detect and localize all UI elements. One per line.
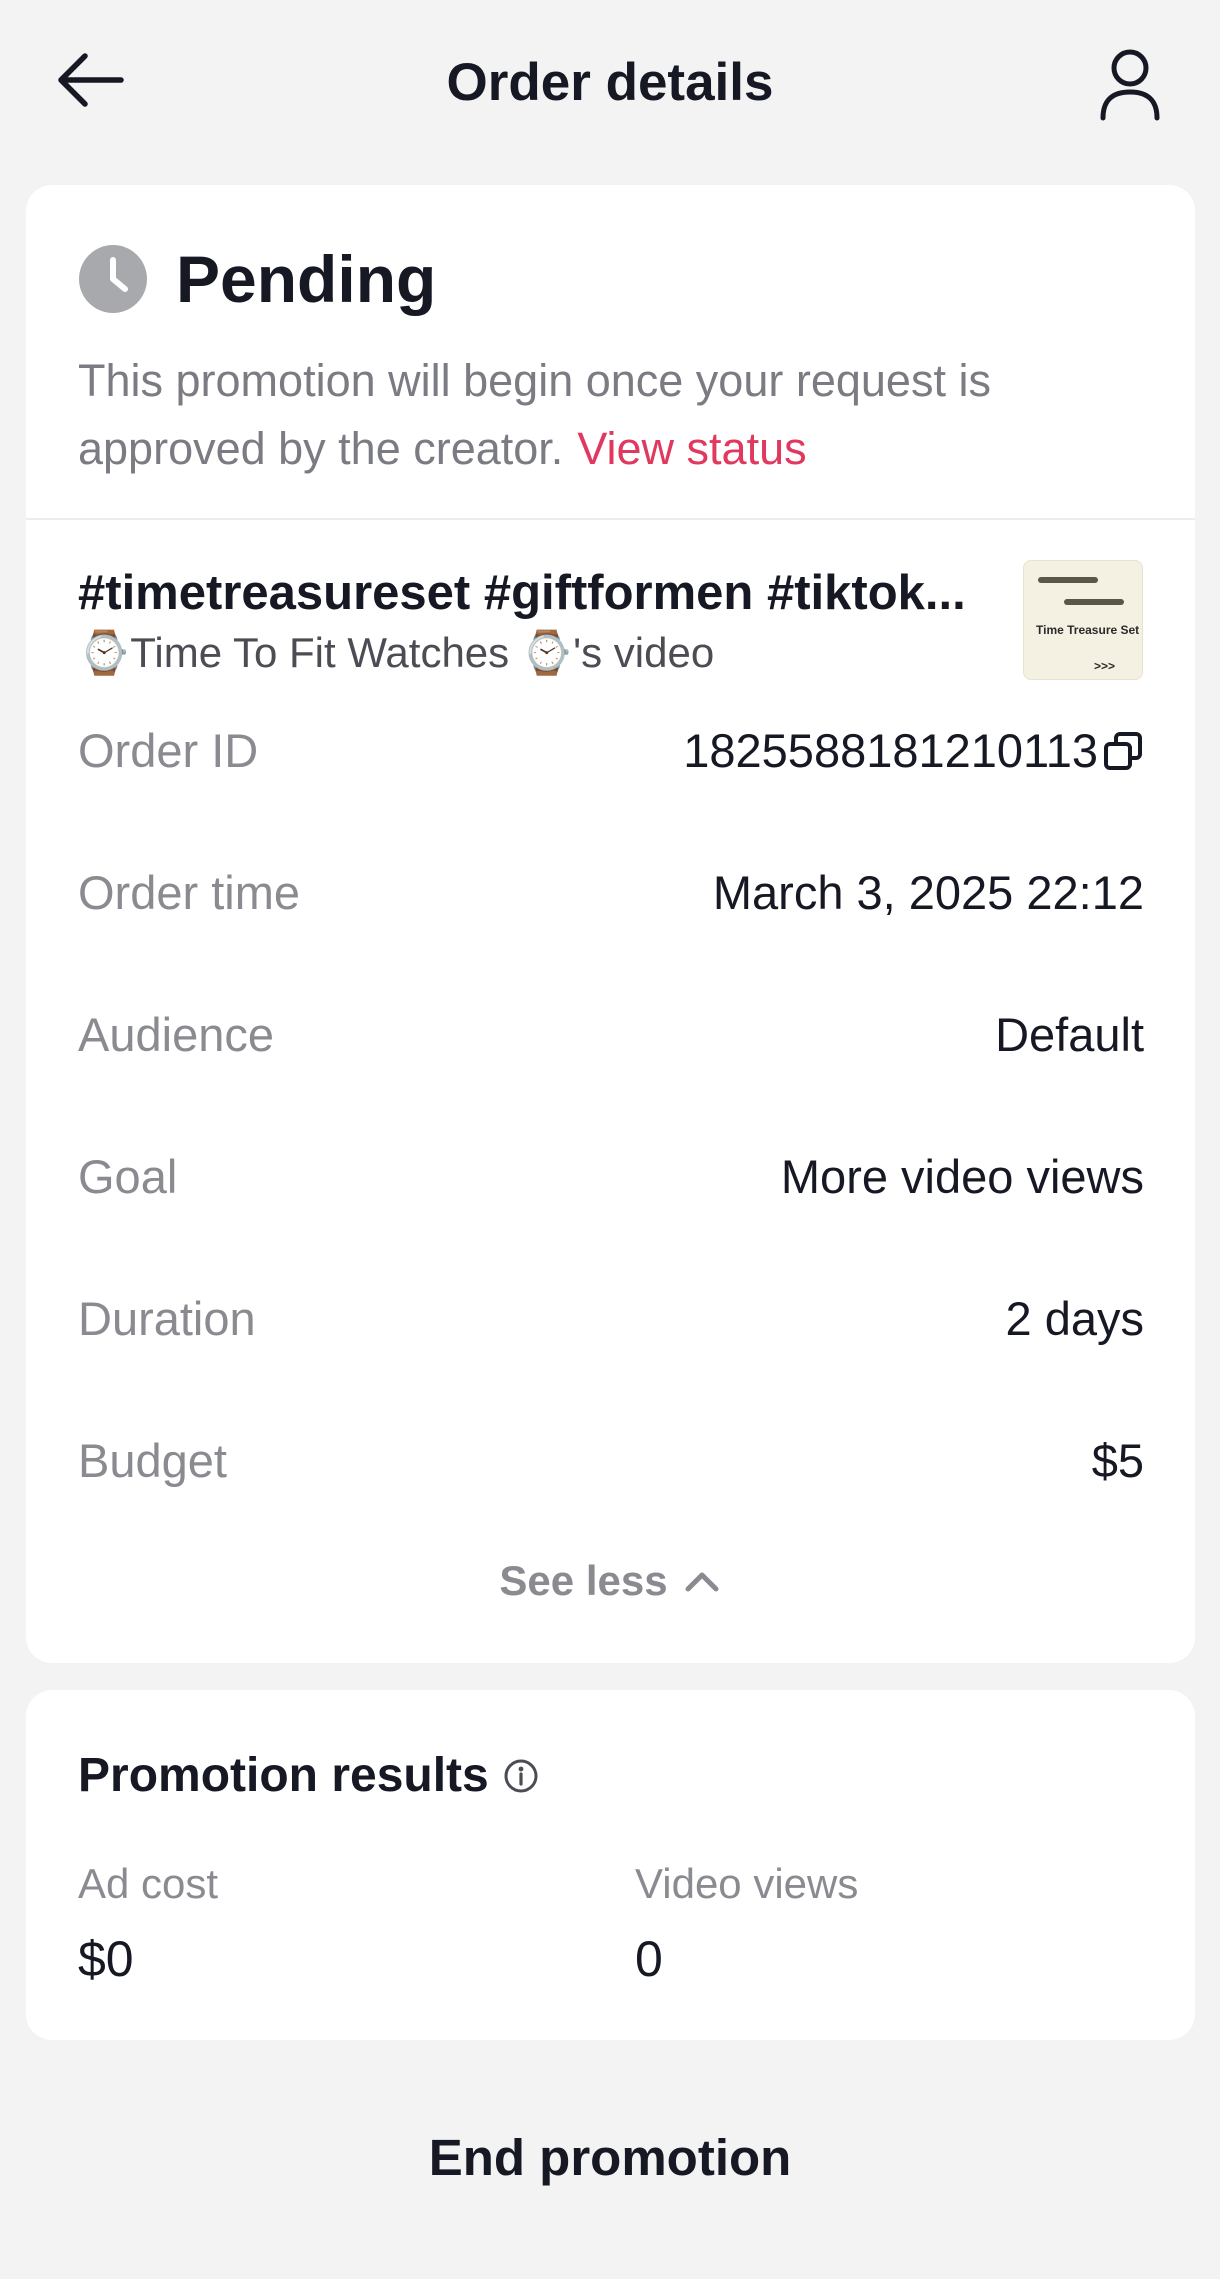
detail-value: Default: [995, 1008, 1144, 1061]
detail-row-order-id: Order ID 1825588181210113: [78, 723, 1144, 783]
info-icon[interactable]: [503, 1758, 539, 1794]
metric-label: Ad cost: [78, 1860, 219, 1907]
video-thumbnail[interactable]: Time Treasure Set >>>: [1023, 560, 1143, 680]
person-icon: [1100, 49, 1160, 121]
status-header: Pending: [78, 241, 436, 317]
thumbnail-caption-line: [1038, 577, 1098, 583]
status-description: This promotion will begin once your requ…: [78, 347, 1158, 483]
detail-label: Duration: [78, 1292, 256, 1345]
see-less-button[interactable]: See less: [26, 1557, 1195, 1605]
results-title-text: Promotion results: [78, 1749, 489, 1802]
results-title: Promotion results: [78, 1748, 539, 1803]
metric-ad-cost: Ad cost $0: [78, 1860, 218, 1988]
detail-label: Order time: [78, 866, 300, 919]
chevron-up-icon: [685, 1572, 719, 1592]
end-promotion-button[interactable]: End promotion: [0, 2128, 1220, 2187]
detail-row-goal: Goal More video views: [78, 1149, 1144, 1209]
detail-value: $5: [1091, 1434, 1144, 1487]
video-subtitle: ⌚Time To Fit Watches ⌚'s video: [78, 629, 715, 676]
profile-button[interactable]: [1090, 40, 1170, 130]
divider: [26, 518, 1195, 520]
metric-label: Video views: [635, 1860, 859, 1907]
detail-row-order-time: Order time March 3, 2025 22:12: [78, 865, 1144, 925]
detail-row-budget: Budget $5: [78, 1433, 1144, 1493]
clock-icon: [79, 245, 147, 313]
order-summary-card: Pending This promotion will begin once y…: [26, 185, 1195, 1663]
status-description-text: This promotion will begin once your requ…: [78, 355, 991, 474]
detail-value: 2 days: [1005, 1292, 1144, 1345]
page-title: Order details: [446, 53, 774, 112]
metric-value: $0: [78, 1931, 134, 1987]
thumbnail-text: Time Treasure Set: [1036, 623, 1140, 637]
metric-video-views: Video views 0: [635, 1860, 858, 1988]
detail-label: Order ID: [78, 724, 259, 777]
detail-value: March 3, 2025 22:12: [712, 866, 1144, 919]
detail-row-duration: Duration 2 days: [78, 1291, 1144, 1351]
detail-value: More video views: [780, 1150, 1144, 1203]
header: Order details: [0, 0, 1220, 164]
detail-label: Audience: [78, 1008, 274, 1061]
detail-row-audience: Audience Default: [78, 1007, 1144, 1067]
status-title: Pending: [176, 242, 437, 316]
video-title[interactable]: #timetreasureset #giftformen #tiktok...: [78, 565, 988, 621]
promotion-results-card: Promotion results Ad cost $0 Video views…: [26, 1690, 1195, 2040]
detail-label: Goal: [78, 1150, 178, 1203]
see-less-label: See less: [499, 1557, 668, 1604]
thumbnail-arrow: >>>: [1094, 659, 1116, 673]
copy-icon[interactable]: [1102, 730, 1144, 772]
thumbnail-caption-line: [1064, 599, 1124, 605]
metric-value: 0: [635, 1931, 663, 1987]
view-status-link[interactable]: View status: [577, 423, 806, 474]
detail-label: Budget: [78, 1434, 227, 1487]
detail-value: 1825588181210113: [683, 723, 1144, 778]
order-id-value: 1825588181210113: [683, 724, 1098, 777]
